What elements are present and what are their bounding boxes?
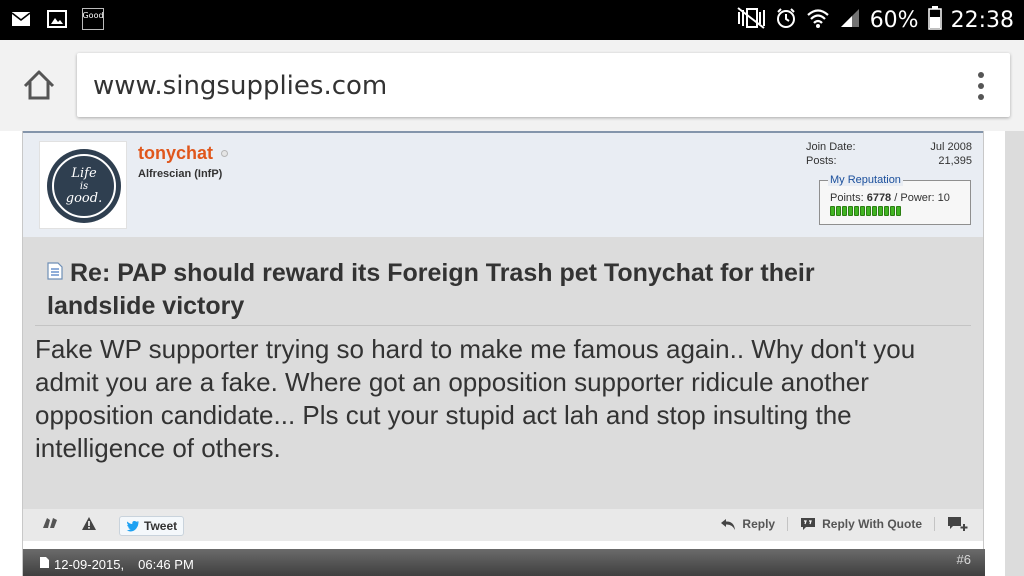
post-footer: Tweet Reply Reply With Quote (23, 509, 983, 541)
reputation-segment (884, 206, 889, 216)
reply-with-quote-label: Reply With Quote (822, 517, 922, 531)
tweet-button[interactable]: Tweet (119, 515, 185, 536)
battery-icon (927, 5, 942, 35)
url-text[interactable]: www.singsupplies.com (93, 71, 387, 101)
next-post-header: 12-09-2015, 06:46 PM #6 (23, 549, 985, 576)
post-body: Re: PAP should reward its Foreign Trash … (23, 237, 983, 509)
reputation-points: Points: 6778 / Power: 10 (830, 192, 950, 204)
page-content: Life is good. tonychat Alfrescian (InfP)… (0, 131, 1024, 576)
clock: 22:38 (950, 7, 1014, 33)
home-icon[interactable] (20, 66, 58, 104)
reputation-bar (830, 206, 901, 216)
reputation-segment (878, 206, 883, 216)
username-link[interactable]: tonychat (138, 143, 213, 164)
posts-value: 21,395 (938, 155, 972, 167)
reputation-legend: My Reputation (828, 174, 903, 186)
join-date-value: Jul 2008 (930, 141, 972, 153)
gallery-icon (46, 8, 68, 30)
overflow-menu-icon[interactable] (976, 71, 986, 101)
avatar-text-1: Life (70, 166, 97, 181)
reputation-segment (848, 206, 853, 216)
multi-quote-button[interactable] (947, 516, 969, 532)
twitter-bird-icon (126, 520, 139, 531)
thanks-icon[interactable] (41, 515, 59, 536)
tweet-label: Tweet (144, 518, 178, 533)
post-title: Re: PAP should reward its Foreign Trash … (47, 259, 815, 320)
reputation-segment (836, 206, 841, 216)
avatar-text-3: good. (66, 191, 102, 206)
post-text: Fake WP supporter trying so hard to make… (35, 334, 916, 463)
power-label: / Power: (894, 192, 935, 204)
post-divider (35, 325, 971, 326)
reply-button[interactable]: Reply (720, 517, 775, 531)
status-bar: Good 60% 22:38 (0, 0, 1024, 40)
address-bar[interactable]: www.singsupplies.com (77, 53, 1010, 117)
power-value: 10 (937, 192, 950, 204)
reputation-segment (896, 206, 901, 216)
alarm-icon (775, 7, 797, 34)
next-post-date: 12-09-2015, (54, 556, 125, 572)
quote-bubble-icon (801, 518, 816, 530)
notification-badge: Good (82, 8, 104, 30)
post-user-info: Life is good. tonychat Alfrescian (InfP)… (23, 131, 983, 237)
reputation-segment (872, 206, 877, 216)
mute-vibrate-icon (736, 6, 766, 35)
online-status-icon (221, 150, 228, 157)
reputation-segment (890, 206, 895, 216)
posts-label: Posts: (806, 155, 837, 167)
avatar[interactable]: Life is good. (39, 141, 127, 229)
footer-separator (934, 517, 935, 531)
page-border-right (983, 131, 984, 576)
next-post-time: 06:46 PM (138, 556, 194, 572)
points-label: Points: (830, 192, 864, 204)
email-icon (10, 8, 32, 30)
reputation-segment (860, 206, 865, 216)
post-number-link[interactable]: #6 (957, 552, 971, 567)
reputation-segment (842, 206, 847, 216)
reputation-segment (830, 206, 835, 216)
reputation-box: My Reputation Points: 6778 / Power: 10 (819, 174, 971, 225)
multi-quote-icon (948, 517, 968, 531)
reply-with-quote-button[interactable]: Reply With Quote (800, 517, 922, 531)
battery-percent: 60% (869, 7, 919, 33)
points-value: 6778 (866, 192, 892, 204)
signal-icon (839, 7, 861, 34)
footer-separator (787, 517, 789, 531)
scrollbar[interactable] (1005, 131, 1024, 576)
join-date-label: Join Date: (806, 141, 856, 153)
user-stats: Join Date: Jul 2008 Posts: 21,395 (806, 141, 972, 169)
reply-label: Reply (742, 517, 776, 531)
wifi-icon (806, 7, 830, 34)
reputation-segment (854, 206, 859, 216)
reputation-segment (866, 206, 871, 216)
user-title: Alfrescian (InfP) (138, 168, 223, 180)
report-post-icon[interactable] (81, 516, 97, 536)
reply-arrow-icon (721, 519, 736, 530)
page-icon (39, 556, 50, 572)
browser-toolbar: www.singsupplies.com (0, 40, 1024, 131)
